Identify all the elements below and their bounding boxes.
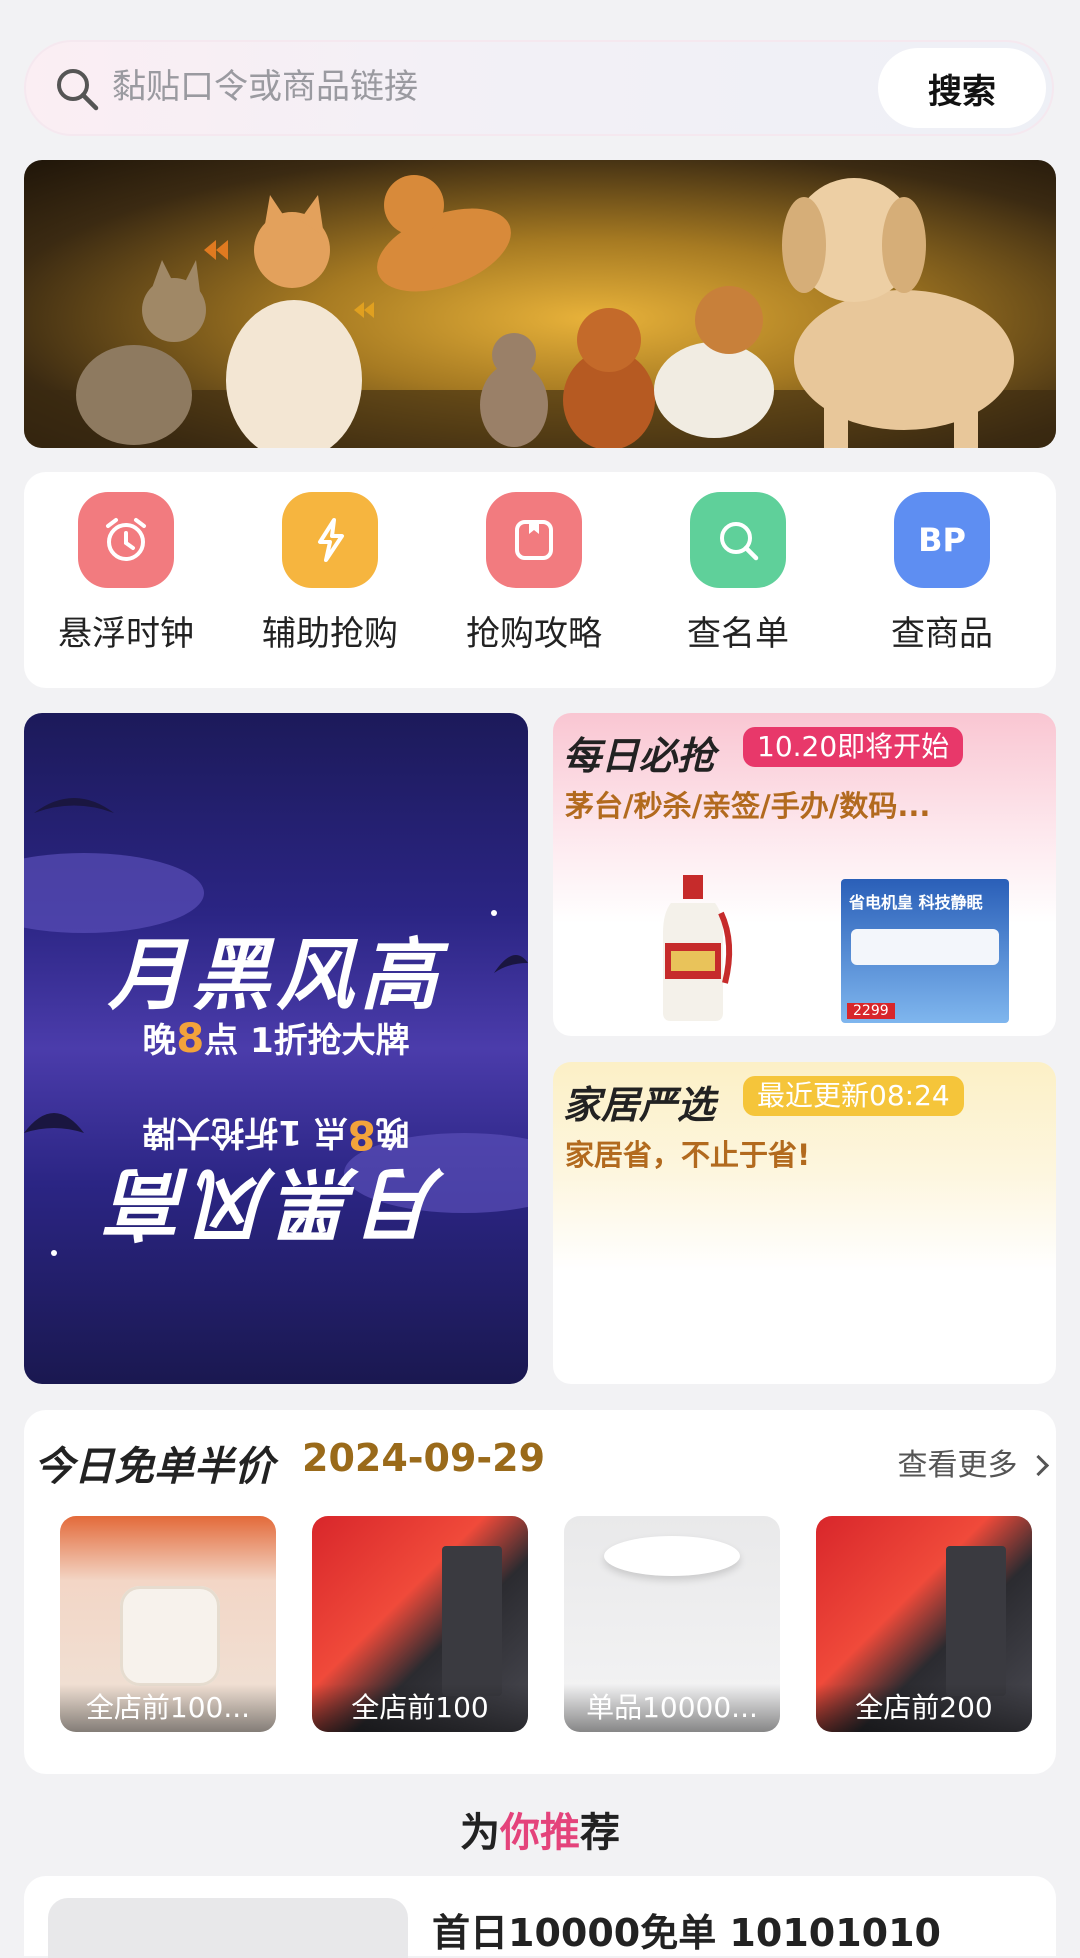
recommend-thumbnail	[48, 1898, 408, 1958]
free-half-title: 今日免单半价	[34, 1444, 274, 1490]
search-input[interactable]: 黏贴口令或商品链接	[112, 62, 418, 112]
view-more-link[interactable]: 查看更多	[897, 1440, 1050, 1484]
product-card[interactable]: 全店前200	[816, 1516, 1032, 1732]
quick-action-label: 悬浮时钟	[58, 614, 194, 654]
quick-action-label: 辅助抢购	[262, 614, 398, 654]
daily-tag: 10.20即将开始	[743, 727, 964, 767]
free-half-date: 2024-09-29	[302, 1436, 546, 1480]
home-tag: 最近更新08:24	[743, 1076, 964, 1116]
air-conditioner-ad-image: 省电机皇 科技静眠 2299	[841, 879, 1009, 1023]
recommend-heading: 为你推荐	[460, 1810, 620, 1856]
recommend-item-title: 首日10000免单 10101010	[432, 1911, 941, 1955]
ac-unit-shape	[851, 929, 999, 965]
quick-action-label: 查商品	[891, 614, 993, 654]
home-title: 家居严选	[563, 1083, 716, 1127]
free-half-price-panel: 今日免单半价 2024-09-29 查看更多 全店前100... 全店前100 …	[24, 1410, 1056, 1774]
quick-action-assist-buy[interactable]: 辅助抢购	[250, 492, 410, 655]
search-bar[interactable]: 黏贴口令或商品链接 搜索	[24, 40, 1054, 136]
bookmark-icon	[486, 492, 582, 588]
search-icon	[57, 69, 99, 111]
daily-title: 每日必抢	[563, 734, 716, 778]
quick-action-check-product[interactable]: BP 查商品	[862, 492, 1022, 655]
search-icon	[690, 492, 786, 588]
pets-banner-image	[24, 175, 1056, 448]
promo-subtitle: 晚8点 1折抢大牌	[142, 1016, 410, 1062]
ceiling-lamp-image	[604, 1536, 740, 1576]
home-desc: 家居省，不止于省!	[565, 1138, 811, 1172]
alarm-clock-icon	[78, 492, 174, 588]
quick-action-float-clock[interactable]: 悬浮时钟	[46, 492, 206, 655]
daily-desc: 茅台/秒杀/亲签/手办/数码...	[565, 789, 931, 823]
product-card[interactable]: 全店前100	[312, 1516, 528, 1732]
pets-banner[interactable]	[24, 160, 1056, 448]
lightning-icon	[282, 492, 378, 588]
chevron-right-icon	[1027, 1454, 1050, 1477]
bp-icon: BP	[894, 492, 990, 588]
quick-action-label: 抢购攻略	[466, 614, 602, 654]
ac-ad-headline: 省电机皇 科技静眠	[849, 893, 983, 912]
water-heater-image	[442, 1546, 502, 1696]
product-card[interactable]: 单品10000...	[564, 1516, 780, 1732]
product-label: 单品10000...	[564, 1684, 780, 1732]
promo-title-mirrored: 月黑风高	[108, 1157, 445, 1247]
pressure-cooker-image	[120, 1586, 220, 1686]
product-label: 全店前100...	[60, 1684, 276, 1732]
product-label: 全店前100	[312, 1684, 528, 1732]
quick-action-label: 查名单	[687, 614, 789, 654]
promo-title: 月黑风高	[107, 931, 444, 1021]
search-button[interactable]: 搜索	[878, 48, 1046, 128]
liquor-bottle-image	[663, 875, 733, 1021]
recommend-item[interactable]: 首日10000免单 10101010	[24, 1876, 1056, 1958]
daily-deals-card[interactable]: 每日必抢 10.20即将开始 茅台/秒杀/亲签/手办/数码... 省电机皇 科技…	[553, 713, 1056, 1036]
ac-price: 2299	[847, 1003, 895, 1019]
promo-night-sale[interactable]: 月黑风高 晚8点 1折抢大牌 晚8点 1折抢大牌 月黑风高	[24, 713, 528, 1384]
product-card[interactable]: 全店前100...	[60, 1516, 276, 1732]
home-select-card[interactable]: 家居严选 最近更新08:24 家居省，不止于省!	[553, 1062, 1056, 1384]
product-label: 全店前200	[816, 1684, 1032, 1732]
quick-action-check-list[interactable]: 查名单	[658, 492, 818, 655]
quick-actions-panel: 悬浮时钟 辅助抢购 抢购攻略 查名单 BP 查商品	[24, 472, 1056, 688]
water-heater-image	[946, 1546, 1006, 1696]
quick-action-buy-guide[interactable]: 抢购攻略	[454, 492, 614, 655]
